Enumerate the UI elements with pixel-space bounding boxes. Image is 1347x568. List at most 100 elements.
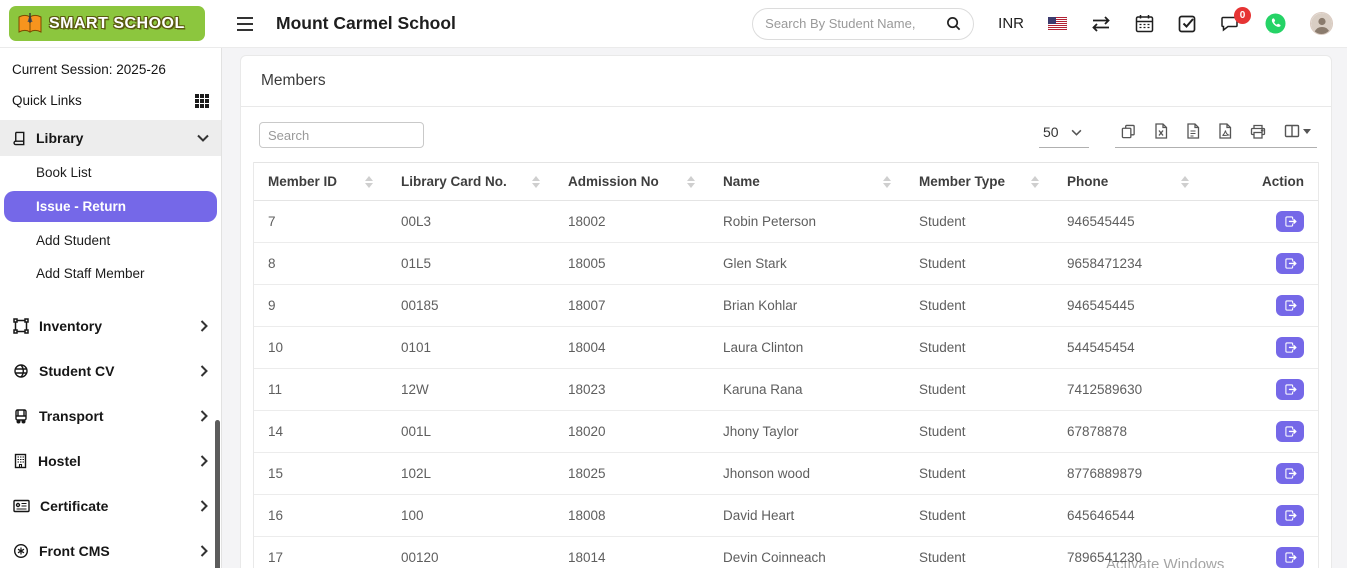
user-avatar[interactable] (1310, 12, 1333, 35)
pdf-export-button[interactable] (1218, 123, 1232, 139)
page-size-value: 50 (1043, 124, 1059, 140)
whatsapp-icon[interactable] (1265, 13, 1286, 34)
sidebar-scrollbar[interactable] (215, 420, 220, 568)
action-cell (1203, 369, 1318, 411)
copy-export-button[interactable] (1121, 124, 1136, 139)
box-arrow-right-icon (1284, 383, 1297, 396)
school-name-title: Mount Carmel School (276, 13, 456, 34)
quick-links[interactable]: Quick Links (0, 81, 221, 120)
sidebar-item-hostel[interactable]: Hostel (0, 438, 221, 483)
member-id-cell: 10 (254, 327, 387, 369)
sort-icon[interactable] (365, 176, 373, 188)
name-cell: Jhonson wood (709, 453, 905, 495)
issue-return-button[interactable] (1276, 337, 1304, 358)
column-header-member-id[interactable]: Member ID (254, 163, 387, 201)
action-cell (1203, 537, 1318, 568)
box-arrow-right-icon (1284, 509, 1297, 522)
action-cell (1203, 201, 1318, 243)
table-search-input[interactable] (259, 122, 424, 148)
issue-return-button[interactable] (1276, 547, 1304, 568)
column-header-library-card-no[interactable]: Library Card No. (387, 163, 554, 201)
sidebar-item-front-cms[interactable]: Front CMS (0, 528, 221, 568)
messages-icon[interactable]: 0 (1221, 15, 1241, 32)
sidebar-item-add-staff-member[interactable]: Add Staff Member (0, 257, 221, 290)
excel-export-button[interactable] (1154, 123, 1168, 139)
sidebar-toggle-hamburger-icon[interactable] (236, 17, 254, 31)
sort-icon[interactable] (687, 176, 695, 188)
app-logo[interactable]: SMART SCHOOL (9, 6, 205, 41)
sidebar-item-certificate[interactable]: Certificate (0, 483, 221, 528)
table-row: 15 102L 18025 Jhonson wood Student 87768… (254, 453, 1318, 495)
issue-return-button[interactable] (1276, 421, 1304, 442)
print-button[interactable] (1250, 124, 1266, 139)
csv-export-button[interactable] (1186, 123, 1200, 139)
action-cell (1203, 327, 1318, 369)
student-search-input[interactable] (765, 16, 946, 31)
tasks-icon[interactable] (1178, 14, 1197, 33)
library-card-cell: 0101 (387, 327, 554, 369)
sort-icon[interactable] (532, 176, 540, 188)
column-header-admission-no[interactable]: Admission No (554, 163, 709, 201)
student-search-box[interactable] (752, 8, 974, 40)
issue-return-button[interactable] (1276, 295, 1304, 316)
calendar-icon[interactable] (1135, 14, 1154, 33)
grid-icon[interactable] (195, 94, 209, 108)
issue-return-button[interactable] (1276, 253, 1304, 274)
member-type-cell: Student (905, 495, 1053, 537)
card-header: Members (241, 56, 1331, 107)
issue-return-button[interactable] (1276, 211, 1304, 232)
chevron-right-icon (200, 455, 208, 467)
library-card-cell: 00185 (387, 285, 554, 327)
chevron-right-icon (200, 410, 208, 422)
column-visibility-button[interactable] (1284, 124, 1311, 138)
current-session-label: Current Session: 2025-26 (0, 48, 221, 81)
sidebar-item-book-list[interactable]: Book List (0, 156, 221, 189)
page-size-select[interactable]: 50 (1039, 124, 1089, 148)
column-header-name[interactable]: Name (709, 163, 905, 201)
admission-no-cell: 18007 (554, 285, 709, 327)
chevron-right-icon (200, 500, 208, 512)
sort-icon[interactable] (1031, 176, 1039, 188)
library-card-cell: 12W (387, 369, 554, 411)
student-cv-globe-icon (13, 363, 29, 379)
column-header-member-type[interactable]: Member Type (905, 163, 1053, 201)
admission-no-cell: 18004 (554, 327, 709, 369)
library-card-cell: 00120 (387, 537, 554, 568)
sidebar-item-library[interactable]: Library (0, 120, 221, 156)
admission-no-cell: 18005 (554, 243, 709, 285)
topbar-actions: INR (752, 8, 1347, 40)
action-cell (1203, 453, 1318, 495)
search-icon[interactable] (946, 16, 961, 31)
member-id-cell: 14 (254, 411, 387, 453)
box-arrow-right-icon (1284, 551, 1297, 564)
box-arrow-right-icon (1284, 299, 1297, 312)
language-flag-icon[interactable] (1048, 17, 1067, 30)
phone-cell: 544545454 (1053, 327, 1203, 369)
table-row: 10 0101 18004 Laura Clinton Student 5445… (254, 327, 1318, 369)
bus-icon (13, 408, 29, 424)
issue-return-button[interactable] (1276, 463, 1304, 484)
members-table-wrap: Member ID Library Card No. Admission No … (253, 162, 1319, 568)
sidebar-item-inventory[interactable]: Inventory (0, 303, 221, 348)
table-row: 7 00L3 18002 Robin Peterson Student 9465… (254, 201, 1318, 243)
sort-icon[interactable] (883, 176, 891, 188)
column-header-phone[interactable]: Phone (1053, 163, 1203, 201)
sidebar-item-transport[interactable]: Transport (0, 393, 221, 438)
table-row: 14 001L 18020 Jhony Taylor Student 67878… (254, 411, 1318, 453)
sidebar-item-issue-return[interactable]: Issue - Return (4, 191, 217, 222)
sort-icon[interactable] (1181, 176, 1189, 188)
name-cell: Robin Peterson (709, 201, 905, 243)
box-arrow-right-icon (1284, 467, 1297, 480)
library-card-cell: 00L3 (387, 201, 554, 243)
session-switch-icon[interactable] (1091, 16, 1111, 32)
sidebar-item-add-student[interactable]: Add Student (0, 224, 221, 257)
member-type-cell: Student (905, 285, 1053, 327)
currency-selector[interactable]: INR (998, 15, 1024, 32)
members-table: Member ID Library Card No. Admission No … (254, 162, 1318, 568)
action-cell (1203, 495, 1318, 537)
issue-return-button[interactable] (1276, 379, 1304, 400)
member-id-cell: 15 (254, 453, 387, 495)
issue-return-button[interactable] (1276, 505, 1304, 526)
sidebar-item-student-cv[interactable]: Student CV (0, 348, 221, 393)
certificate-card-icon (13, 499, 30, 513)
